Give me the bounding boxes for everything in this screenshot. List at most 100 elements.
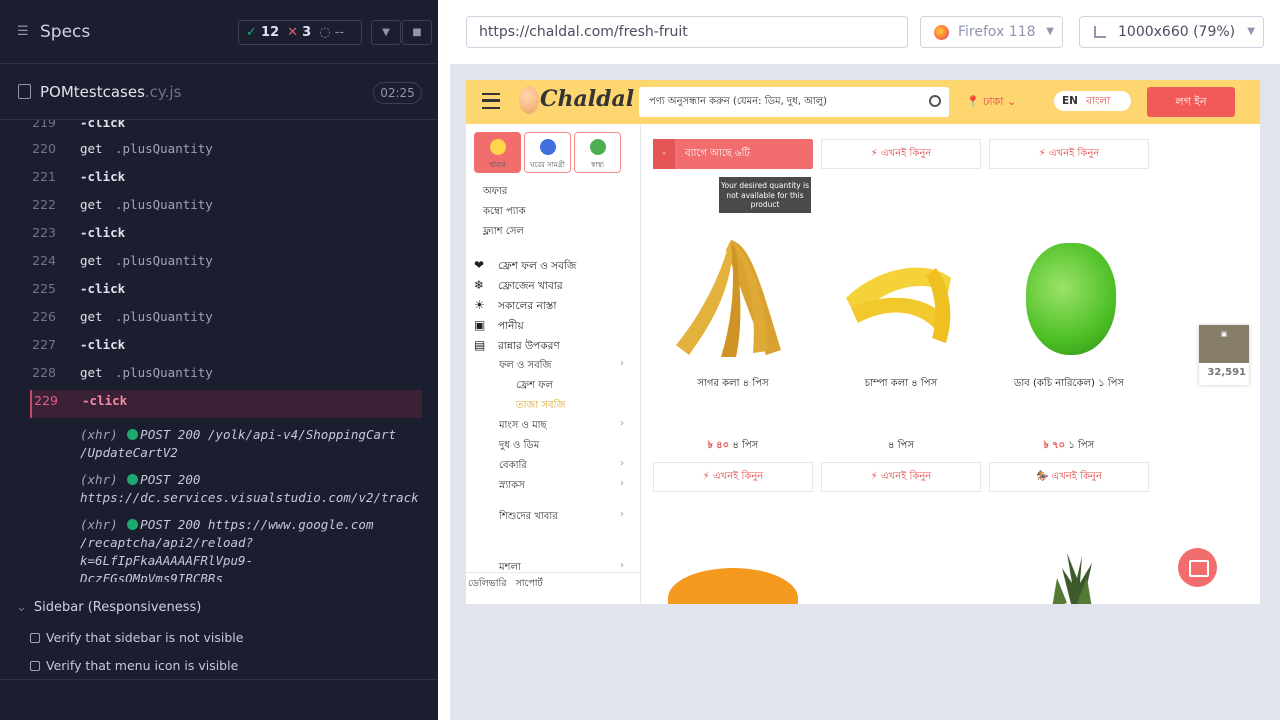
- spec-duration: 02:25: [373, 82, 422, 104]
- product-name[interactable]: ডাব (কচি নারিকেল) ১ পিস: [989, 376, 1149, 393]
- banana-image[interactable]: [671, 235, 791, 360]
- tile-health[interactable]: স্বাস্থ্য: [574, 132, 621, 173]
- papaya-image[interactable]: [668, 568, 798, 604]
- chevron-right-icon: ›: [620, 418, 624, 429]
- app-frame: Chaldal পণ্য অনুসন্ধান করুন (যেমন: ডিম, …: [466, 80, 1260, 604]
- sidebar-footer: ডেলিভারি সাপোর্ট: [466, 572, 641, 604]
- chevron-right-icon: ›: [620, 478, 624, 489]
- category-item[interactable]: ❤ ফ্রেশ ফল ও সবজি: [474, 258, 576, 276]
- menu-icon[interactable]: [482, 93, 500, 109]
- runner-panel: ☰ Specs ✓ 12 ✕ 3 ◌ -- ▼ ■ POMtestcases.c…: [0, 0, 438, 720]
- buy-now-button[interactable]: ⚡ এখনই কিনুন: [989, 139, 1149, 169]
- login-button[interactable]: লগ ইন: [1147, 87, 1235, 117]
- category-sidebar: খাবার ঘরের সামগ্রী স্বাস্থ্য অফার কম্বো …: [466, 124, 641, 604]
- category-item[interactable]: ▤ রান্নার উপকরণ: [474, 338, 560, 356]
- suite-title[interactable]: ⌄ Sidebar (Responsiveness): [16, 600, 201, 615]
- xhr-log-entry[interactable]: (xhr) POST 200 https://dc.services.visual…: [30, 471, 422, 507]
- browser-selector[interactable]: Firefox 118 ▼: [920, 16, 1063, 48]
- coconut-image[interactable]: [1026, 243, 1116, 355]
- command-row[interactable]: 226 get .plusQuantity: [30, 306, 422, 334]
- command-row[interactable]: 220 get .plusQuantity: [30, 138, 422, 166]
- command-row[interactable]: 223 -click: [30, 222, 422, 250]
- location-selector[interactable]: 📍 ঢাকা ⌄: [966, 93, 1016, 112]
- failed-count: ✕ 3: [287, 25, 312, 40]
- tile-food[interactable]: খাবার: [474, 132, 521, 173]
- command-row-active[interactable]: 229 -click: [30, 390, 422, 418]
- subcategory-item[interactable]: বেকারি ›: [499, 458, 624, 475]
- search-icon[interactable]: [929, 95, 941, 107]
- bag-icon: ▣: [1199, 325, 1249, 363]
- pending-count: ◌ --: [319, 25, 345, 40]
- xhr-log-entry[interactable]: (xhr) POST 200 /yolk/api-v4/ShoppingCart…: [30, 426, 422, 462]
- spec-file-bar: POMtestcases.cy.js 02:25: [0, 65, 438, 120]
- chaldal-egg-logo: [519, 86, 539, 114]
- command-row[interactable]: 225 -click: [30, 278, 422, 306]
- buy-now-button[interactable]: 🏇 এখনই কিনুন: [989, 462, 1149, 492]
- subcategory-item[interactable]: ফ্রেশ ফল: [516, 378, 553, 395]
- subcategory-item-active[interactable]: তাজা সবজি: [516, 398, 565, 415]
- product-price: ৪ পিস: [888, 440, 914, 451]
- subcategory-item[interactable]: ফল ও সবজি ›: [499, 358, 624, 375]
- product-price: ৳ ৪০ ৪ পিস: [707, 440, 759, 451]
- specs-header: ☰ Specs ✓ 12 ✕ 3 ◌ -- ▼ ■: [0, 0, 438, 64]
- sidebar-offer[interactable]: অফার: [483, 184, 507, 201]
- chevron-right-icon: ›: [620, 458, 624, 469]
- spec-file-name[interactable]: POMtestcases.cy.js: [40, 83, 181, 101]
- sidebar-flash[interactable]: ফ্ল্যাশ সেল: [483, 224, 524, 241]
- subcategory-item[interactable]: দুধ ও ডিম: [499, 438, 624, 455]
- minus-button[interactable]: -: [653, 139, 675, 169]
- status-dot-icon: [127, 429, 139, 440]
- test-item[interactable]: Verify that sidebar is not visible: [30, 630, 243, 645]
- chevron-down-icon: ▼: [1247, 26, 1255, 37]
- subcategory-item[interactable]: শিশুদের খাবার ›: [499, 509, 624, 526]
- viewport-selector[interactable]: 1000x660 (79%) ▼: [1079, 16, 1264, 48]
- pineapple-image[interactable]: [1032, 548, 1112, 604]
- banana-image[interactable]: [836, 238, 956, 353]
- test-stats: ✓ 12 ✕ 3 ◌ --: [238, 20, 362, 45]
- panel-resizer[interactable]: [438, 0, 450, 720]
- test-item[interactable]: Verify that menu icon is visible: [30, 658, 238, 673]
- basket-icon: ▣: [474, 318, 486, 332]
- command-row[interactable]: 228 get .plusQuantity: [30, 362, 422, 390]
- tile-home[interactable]: ঘরের সামগ্রী: [524, 132, 571, 173]
- chevron-right-icon: ›: [620, 560, 624, 571]
- site-logo[interactable]: Chaldal: [540, 86, 634, 112]
- snowflake-icon: ❄: [474, 278, 485, 292]
- language-toggle[interactable]: EN বাংলা: [1054, 91, 1131, 111]
- chat-icon[interactable]: [1178, 548, 1217, 587]
- specs-list-icon[interactable]: ☰: [17, 25, 33, 39]
- chevron-down-icon: ▼: [1046, 26, 1054, 37]
- command-row[interactable]: 222 get .plusQuantity: [30, 194, 422, 222]
- subcategory-item[interactable]: মাংস ও মাছ ›: [499, 418, 624, 435]
- product-name[interactable]: চাম্পা কলা ৪ পিস: [821, 376, 981, 393]
- cart-amount: 32,591: [1207, 367, 1246, 378]
- stop-button[interactable]: ■: [402, 20, 432, 45]
- xhr-log-entry[interactable]: (xhr) POST 200 https://www.google.com/re…: [30, 516, 422, 582]
- status-dot-icon: [127, 519, 139, 530]
- command-row[interactable]: 219 -click: [30, 120, 422, 138]
- url-field[interactable]: https://chaldal.com/fresh-fruit: [466, 16, 908, 48]
- url-toolbar: https://chaldal.com/fresh-fruit Firefox …: [450, 0, 1280, 64]
- quantity-bar[interactable]: - ব্যাগে আছে ৬টি: [653, 139, 813, 169]
- search-input[interactable]: পণ্য অনুসন্ধান করুন (যেমন: ডিম, দুধ, আলু…: [639, 87, 949, 117]
- buy-now-button[interactable]: ⚡ এখনই কিনুন: [821, 139, 981, 169]
- buy-now-button[interactable]: ⚡ এখনই কিনুন: [653, 462, 813, 492]
- command-row[interactable]: 221 -click: [30, 166, 422, 194]
- command-row[interactable]: 224 get .plusQuantity: [30, 250, 422, 278]
- floating-cart[interactable]: ▣ 32,591: [1199, 325, 1249, 385]
- command-log: 219 -click 220 get .plusQuantity 221 -click …: [30, 120, 422, 582]
- category-item[interactable]: ❄ ফ্রোজেন খাবার: [474, 278, 563, 296]
- command-row[interactable]: 227 -click: [30, 334, 422, 362]
- buy-now-button[interactable]: ⚡ এখনই কিনুন: [821, 462, 981, 492]
- heart-icon: ❤: [474, 258, 485, 272]
- subcategory-item[interactable]: স্ন্যাকস ›: [499, 478, 624, 495]
- cart-icon: ▤: [474, 338, 486, 352]
- chevron-down-icon[interactable]: ▼: [371, 20, 401, 45]
- sidebar-combo[interactable]: কম্বো প্যাক: [483, 204, 526, 221]
- category-item[interactable]: ▣ পানীয়: [474, 318, 524, 336]
- product-name[interactable]: সাগর কলা ৪ পিস: [653, 376, 813, 393]
- chevron-down-icon: ⌄: [16, 600, 27, 615]
- sunrise-icon: ☀: [474, 298, 485, 312]
- category-item[interactable]: ☀ সকালের নাস্তা: [474, 298, 556, 316]
- product-price: ৳ ৭০ ১ পিস: [1043, 440, 1095, 451]
